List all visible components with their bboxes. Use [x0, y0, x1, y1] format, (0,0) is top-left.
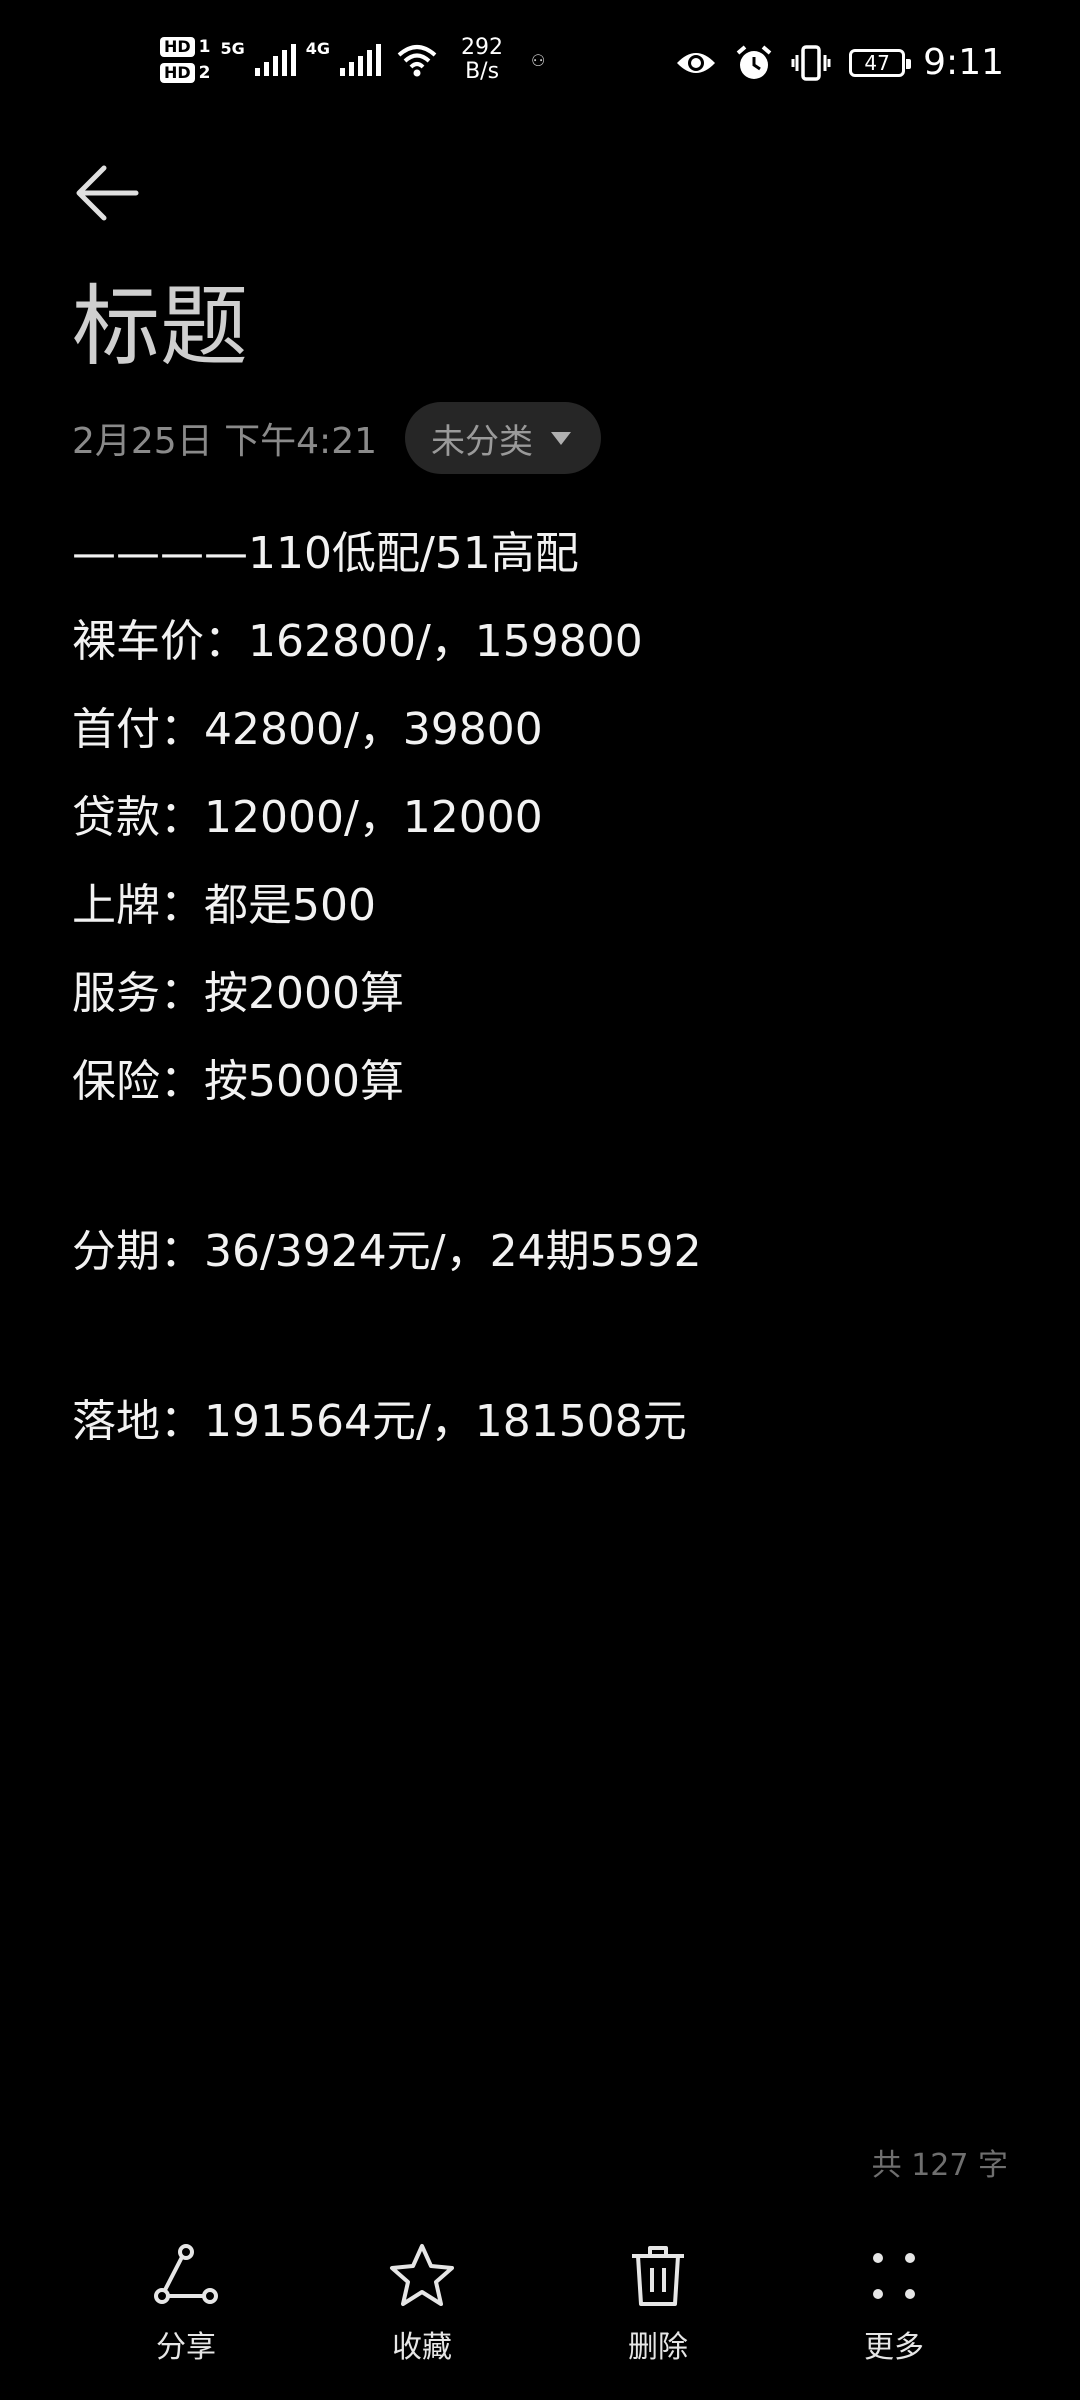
vibrate-icon [791, 44, 831, 81]
share-button[interactable]: 分享 [116, 2240, 256, 2400]
speed-value: 292 [461, 35, 504, 60]
network-type-2: 4G [305, 38, 331, 58]
back-button[interactable] [74, 160, 140, 226]
note-line: 首付：42800/，39800 [72, 704, 543, 755]
note-line: 分期：36/3924元/，24期5592 [72, 1226, 702, 1277]
note-line: 上牌：都是500 [72, 880, 376, 931]
sim2-number: 2 [198, 63, 211, 83]
more-dots-icon [873, 2253, 915, 2299]
note-line: 保险：按5000算 [72, 1056, 404, 1107]
category-dropdown[interactable]: 未分类 [405, 402, 601, 474]
note-line: ————110低配/51高配 [72, 528, 579, 579]
eye-icon [677, 52, 716, 73]
battery-level: 47 [864, 50, 890, 75]
speed-unit: B/s [465, 59, 500, 84]
favorite-button[interactable]: 收藏 [352, 2240, 492, 2400]
star-icon [390, 2244, 454, 2306]
note-meta: 2月25日 下午4:21 未分类 [72, 402, 601, 474]
clock: 9:11 [923, 42, 1004, 83]
signal-strength-icon [340, 44, 382, 76]
trash-icon [632, 2246, 684, 2306]
status-bar: HD 1 HD 2 5G 4G 292 B/s ⚇ 47 9:11 [0, 0, 1080, 140]
signal-strength-icon [254, 44, 296, 76]
network-speed: 292 B/s [461, 36, 503, 84]
more-label: 更多 [864, 2330, 924, 2365]
chevron-down-icon [551, 431, 571, 445]
note-line: 裸车价：162800/，159800 [72, 616, 643, 667]
delete-button[interactable]: 删除 [588, 2240, 728, 2400]
status-bar-left: HD 1 HD 2 5G 4G 292 B/s ⚇ [160, 36, 545, 84]
notification-icon: ⚇ [531, 50, 546, 70]
hd-badge: HD [160, 63, 195, 83]
share-icon [154, 2244, 218, 2304]
more-button[interactable]: 更多 [824, 2240, 964, 2400]
wifi-icon [397, 45, 437, 77]
note-title[interactable]: 标题 [72, 272, 248, 382]
network-type-1: 5G [220, 38, 245, 58]
favorite-label: 收藏 [392, 2330, 452, 2365]
note-line-blank [72, 1126, 1012, 1208]
note-line: 贷款：12000/，12000 [72, 792, 543, 843]
note-line: 落地：191564元/，181508元 [72, 1396, 687, 1447]
note-date: 2月25日 下午4:21 [72, 421, 377, 462]
word-count: 共 127 字 [871, 2148, 1008, 2183]
note-line: 服务：按2000算 [72, 968, 404, 1019]
status-bar-right: 47 9:11 [675, 42, 1004, 83]
note-line-blank [72, 1296, 1012, 1378]
sim1-number: 1 [198, 37, 211, 57]
sim-indicators: HD 1 HD 2 [160, 37, 211, 83]
alarm-icon [736, 44, 772, 79]
delete-label: 删除 [628, 2330, 688, 2365]
sim2-indicator: HD 2 [160, 63, 211, 83]
hd-badge: HD [160, 37, 195, 57]
arrow-left-icon [76, 165, 139, 221]
bottom-toolbar: 分享 收藏 删除 更多 [0, 2240, 1080, 2400]
sim1-indicator: HD 1 [160, 37, 211, 57]
battery-icon: 47 [849, 48, 912, 77]
share-label: 分享 [156, 2330, 216, 2365]
note-body-editor[interactable]: ————110低配/51高配 裸车价：162800/，159800 首付：428… [72, 510, 1012, 1466]
category-label: 未分类 [431, 421, 533, 462]
